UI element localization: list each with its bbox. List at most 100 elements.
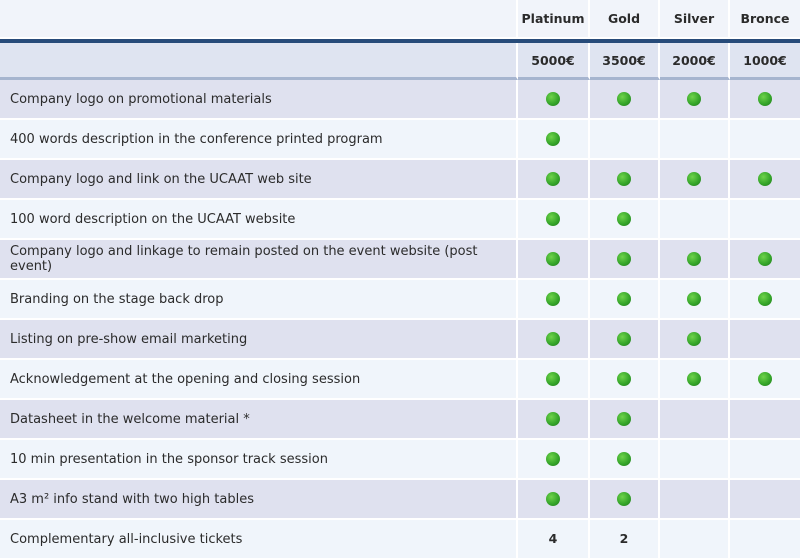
benefit-cell-platinum: 4 <box>518 520 590 560</box>
included-dot-icon <box>546 132 560 146</box>
included-dot-icon <box>687 172 701 186</box>
included-dot-icon <box>546 492 560 506</box>
benefit-cell-gold <box>590 320 660 360</box>
tier-name-platinum: Platinum <box>518 0 590 39</box>
included-dot-icon <box>546 332 560 346</box>
benefit-cell-silver <box>660 200 730 240</box>
tier-price-gold: 3500€ <box>590 43 660 80</box>
included-dot-icon <box>617 92 631 106</box>
included-dot-icon <box>546 252 560 266</box>
included-dot-icon <box>617 412 631 426</box>
benefit-cell-platinum <box>518 360 590 400</box>
benefit-cell-silver <box>660 80 730 120</box>
benefit-cell-platinum <box>518 200 590 240</box>
benefit-label: Company logo and link on the UCAAT web s… <box>0 160 518 200</box>
benefit-cell-gold <box>590 360 660 400</box>
included-dot-icon <box>687 372 701 386</box>
benefit-cell-platinum <box>518 160 590 200</box>
benefit-cell-platinum <box>518 440 590 480</box>
benefit-row: 10 min presentation in the sponsor track… <box>0 440 800 480</box>
tier-header-row: Platinum Gold Silver Bronce <box>0 0 800 39</box>
benefit-row: 400 words description in the conference … <box>0 120 800 160</box>
benefit-cell-gold <box>590 80 660 120</box>
benefit-cell-silver <box>660 520 730 560</box>
benefit-label: 10 min presentation in the sponsor track… <box>0 440 518 480</box>
tier-price-platinum: 5000€ <box>518 43 590 80</box>
price-blank-cell <box>0 43 518 80</box>
benefit-cell-platinum <box>518 120 590 160</box>
benefit-label: 400 words description in the conference … <box>0 120 518 160</box>
included-dot-icon <box>546 412 560 426</box>
tier-name-gold: Gold <box>590 0 660 39</box>
benefit-label: Company logo on promotional materials <box>0 80 518 120</box>
included-dot-icon <box>617 452 631 466</box>
benefit-row: Company logo and linkage to remain poste… <box>0 240 800 280</box>
benefit-cell-silver <box>660 440 730 480</box>
tier-price-silver: 2000€ <box>660 43 730 80</box>
included-dot-icon <box>758 92 772 106</box>
included-dot-icon <box>617 172 631 186</box>
benefit-cell-gold <box>590 400 660 440</box>
included-dot-icon <box>546 372 560 386</box>
included-dot-icon <box>617 292 631 306</box>
benefit-cell-gold <box>590 160 660 200</box>
benefit-row: Listing on pre-show email marketing <box>0 320 800 360</box>
benefit-cell-gold <box>590 280 660 320</box>
benefit-cell-platinum <box>518 280 590 320</box>
benefit-cell-bronce <box>730 240 800 280</box>
benefit-cell-bronce <box>730 360 800 400</box>
included-dot-icon <box>687 92 701 106</box>
tier-name-silver: Silver <box>660 0 730 39</box>
benefit-row: Company logo and link on the UCAAT web s… <box>0 160 800 200</box>
benefit-cell-silver <box>660 360 730 400</box>
included-dot-icon <box>617 492 631 506</box>
included-dot-icon <box>546 212 560 226</box>
included-dot-icon <box>758 292 772 306</box>
ticket-count: 4 <box>548 531 558 546</box>
benefit-row: A3 m² info stand with two high tables <box>0 480 800 520</box>
benefit-cell-gold <box>590 120 660 160</box>
benefit-cell-gold: 2 <box>590 520 660 560</box>
sponsorship-table: Platinum Gold Silver Bronce 5000€ 3500€ … <box>0 0 800 560</box>
included-dot-icon <box>687 292 701 306</box>
tier-name-bronce: Bronce <box>730 0 800 39</box>
benefit-cell-silver <box>660 240 730 280</box>
included-dot-icon <box>546 452 560 466</box>
benefit-cell-silver <box>660 480 730 520</box>
included-dot-icon <box>758 172 772 186</box>
benefit-cell-bronce <box>730 440 800 480</box>
included-dot-icon <box>758 372 772 386</box>
included-dot-icon <box>617 372 631 386</box>
benefit-cell-silver <box>660 400 730 440</box>
benefit-row: Company logo on promotional materials <box>0 80 800 120</box>
included-dot-icon <box>546 292 560 306</box>
benefit-cell-bronce <box>730 280 800 320</box>
benefit-row: Branding on the stage back drop <box>0 280 800 320</box>
benefit-cell-bronce <box>730 120 800 160</box>
ticket-count: 2 <box>619 531 629 546</box>
benefit-cell-bronce <box>730 320 800 360</box>
benefit-row: Acknowledgement at the opening and closi… <box>0 360 800 400</box>
benefit-cell-gold <box>590 440 660 480</box>
benefit-cell-bronce <box>730 80 800 120</box>
tier-price-bronce: 1000€ <box>730 43 800 80</box>
included-dot-icon <box>546 172 560 186</box>
benefit-label: Acknowledgement at the opening and closi… <box>0 360 518 400</box>
benefit-cell-platinum <box>518 80 590 120</box>
benefit-cell-gold <box>590 240 660 280</box>
benefit-label: Listing on pre-show email marketing <box>0 320 518 360</box>
benefit-cell-bronce <box>730 200 800 240</box>
sponsorship-table-container: Platinum Gold Silver Bronce 5000€ 3500€ … <box>0 0 800 560</box>
benefit-row: Complementary all-inclusive tickets 4 2 <box>0 520 800 560</box>
benefit-label: Company logo and linkage to remain poste… <box>0 240 518 280</box>
benefit-cell-gold <box>590 480 660 520</box>
benefit-rows: Company logo on promotional materials 400… <box>0 80 800 560</box>
benefit-row: Datasheet in the welcome material * <box>0 400 800 440</box>
included-dot-icon <box>546 92 560 106</box>
benefit-cell-bronce <box>730 160 800 200</box>
benefit-cell-silver <box>660 120 730 160</box>
benefit-label: Branding on the stage back drop <box>0 280 518 320</box>
benefit-label: Complementary all-inclusive tickets <box>0 520 518 560</box>
benefit-cell-silver <box>660 160 730 200</box>
benefit-cell-platinum <box>518 320 590 360</box>
